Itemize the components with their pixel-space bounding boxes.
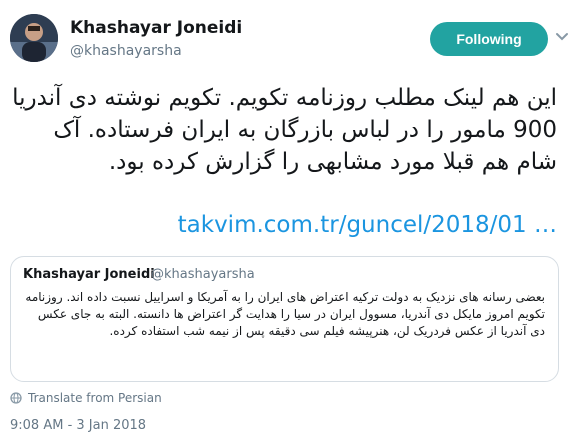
- chevron-down-icon[interactable]: [555, 30, 569, 44]
- tweet-link[interactable]: takvim.com.tr/guncel/2018/01 …: [12, 212, 557, 238]
- avatar[interactable]: [10, 14, 58, 62]
- author-display-name[interactable]: Khashayar Joneidi: [70, 18, 242, 38]
- avatar-image: [10, 14, 58, 62]
- tweet-timestamp[interactable]: 9:08 AM - 3 Jan 2018: [10, 418, 146, 433]
- quoted-tweet-text: بعضی رسانه های نزدیک به دولت ترکیه اعترا…: [25, 290, 545, 338]
- author-handle[interactable]: @khashayarsha: [70, 43, 182, 59]
- translate-label: Translate from Persian: [28, 391, 162, 405]
- tweet-header: Khashayar Joneidi @khashayarsha Followin…: [10, 14, 568, 70]
- following-button[interactable]: Following: [430, 22, 548, 56]
- quoted-author-handle: @khashayarsha: [151, 267, 255, 282]
- globe-icon: [10, 392, 22, 404]
- translate-link[interactable]: Translate from Persian: [10, 389, 162, 407]
- quoted-author-name: Khashayar Joneidi: [23, 267, 155, 282]
- tweet-text: این هم لینک مطلب روزنامه تکویم. تکویم نو…: [12, 85, 557, 175]
- quoted-tweet[interactable]: Khashayar Joneidi @khashayarsha بعضی رسا…: [10, 256, 559, 382]
